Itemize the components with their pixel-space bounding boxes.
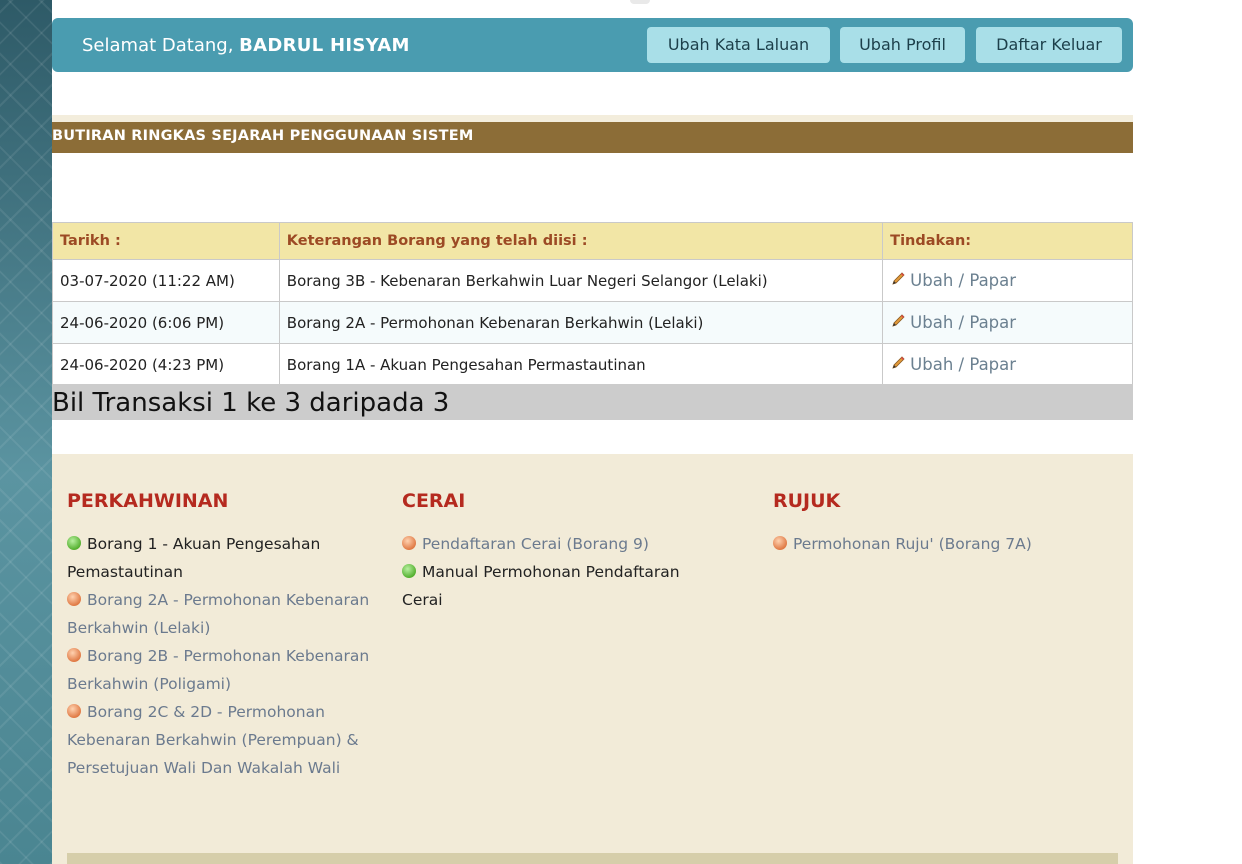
pending-status-icon bbox=[402, 536, 416, 550]
menu-item-perkahwinan: Borang 1 - Akuan Pengesahan Pemastautina… bbox=[67, 530, 387, 586]
row-date: 24-06-2020 (6:06 PM) bbox=[52, 301, 280, 344]
menu-column-perkahwinan: PERKAHWINAN Borang 1 - Akuan Pengesahan … bbox=[67, 490, 387, 782]
top-decoration bbox=[630, 0, 650, 4]
history-table: Tarikh : Keterangan Borang yang telah di… bbox=[52, 222, 1133, 386]
user-name: BADRUL HISYAM bbox=[239, 35, 410, 56]
menu-item-perkahwinan[interactable]: Borang 2C & 2D - Permohonan Kebenaran Be… bbox=[67, 698, 387, 782]
menu-item-cerai[interactable]: Pendaftaran Cerai (Borang 9) bbox=[402, 530, 702, 558]
pending-status-icon bbox=[67, 592, 81, 606]
edit-profile-button[interactable]: Ubah Profil bbox=[840, 27, 965, 63]
column-header-description: Keterangan Borang yang telah diisi : bbox=[278, 222, 884, 260]
row-description: Borang 1A - Akuan Pengesahan Permastauti… bbox=[278, 343, 884, 386]
menu-heading-cerai: CERAI bbox=[402, 490, 466, 512]
row-date: 24-06-2020 (4:23 PM) bbox=[52, 343, 280, 386]
menu-item-label: Manual Permohonan Pendaftaran Cerai bbox=[402, 563, 680, 609]
menu-item-cerai: Manual Permohonan Pendaftaran Cerai bbox=[402, 558, 702, 614]
welcome-text: Selamat Datang, BADRUL HISYAM bbox=[82, 35, 410, 56]
row-date: 03-07-2020 (11:22 AM) bbox=[52, 259, 280, 302]
table-row: 24-06-2020 (6:06 PM) Borang 2A - Permohon… bbox=[52, 301, 1133, 344]
history-title: BUTIRAN RINGKAS SEJARAH PENGGUNAAN SISTE… bbox=[52, 128, 474, 144]
history-section-header: BUTIRAN RINGKAS SEJARAH PENGGUNAAN SISTE… bbox=[52, 115, 1133, 153]
menu-heading-rujuk: RUJUK bbox=[773, 490, 841, 512]
column-header-action: Tindakan: bbox=[882, 222, 1133, 260]
menu-item-perkahwinan[interactable]: Borang 2A - Permohonan Kebenaran Berkahw… bbox=[67, 586, 387, 642]
edit-link[interactable]: Ubah bbox=[910, 313, 953, 332]
pencil-icon bbox=[892, 356, 905, 369]
welcome-bar: Selamat Datang, BADRUL HISYAM Ubah Kata … bbox=[52, 18, 1133, 72]
pencil-icon bbox=[892, 272, 905, 285]
forms-menu: PERKAHWINAN Borang 1 - Akuan Pengesahan … bbox=[52, 454, 1133, 864]
pending-status-icon bbox=[67, 704, 81, 718]
check-status-icon bbox=[402, 564, 416, 578]
menu-heading-perkahwinan: PERKAHWINAN bbox=[67, 490, 229, 512]
row-action: Ubah / Papar bbox=[882, 259, 1133, 302]
edit-link[interactable]: Ubah bbox=[910, 355, 953, 374]
row-description: Borang 3B - Kebenaran Berkahwin Luar Neg… bbox=[278, 259, 884, 302]
transaction-summary: Bil Transaksi 1 ke 3 daripada 3 bbox=[52, 384, 1133, 420]
menu-item-label: Borang 2C & 2D - Permohonan Kebenaran Be… bbox=[67, 703, 359, 777]
table-row: 24-06-2020 (4:23 PM) Borang 1A - Akuan Pe… bbox=[52, 343, 1133, 386]
check-status-icon bbox=[67, 536, 81, 550]
menu-item-label: Permohonan Ruju' (Borang 7A) bbox=[793, 535, 1032, 553]
logout-button[interactable]: Daftar Keluar bbox=[976, 27, 1122, 63]
menu-footer-bar bbox=[67, 853, 1118, 864]
change-password-button[interactable]: Ubah Kata Laluan bbox=[647, 27, 830, 63]
menu-column-cerai: CERAI Pendaftaran Cerai (Borang 9) Manual… bbox=[402, 490, 702, 614]
table-row: 03-07-2020 (11:22 AM) Borang 3B - Kebenar… bbox=[52, 259, 1133, 302]
row-action: Ubah / Papar bbox=[882, 301, 1133, 344]
column-header-date: Tarikh : bbox=[52, 222, 280, 260]
pending-status-icon bbox=[773, 536, 787, 550]
menu-item-label: Pendaftaran Cerai (Borang 9) bbox=[422, 535, 649, 553]
row-action: Ubah / Papar bbox=[882, 343, 1133, 386]
menu-item-label: Borang 2B - Permohonan Kebenaran Berkahw… bbox=[67, 647, 370, 693]
action-separator: / bbox=[953, 355, 970, 374]
action-separator: / bbox=[953, 271, 970, 290]
background-pattern bbox=[0, 0, 52, 864]
menu-column-rujuk: RUJUK Permohonan Ruju' (Borang 7A) bbox=[773, 490, 1093, 558]
pending-status-icon bbox=[67, 648, 81, 662]
edit-link[interactable]: Ubah bbox=[910, 271, 953, 290]
view-link[interactable]: Papar bbox=[969, 355, 1016, 374]
view-link[interactable]: Papar bbox=[969, 271, 1016, 290]
action-separator: / bbox=[953, 313, 970, 332]
menu-item-perkahwinan[interactable]: Borang 2B - Permohonan Kebenaran Berkahw… bbox=[67, 642, 387, 698]
row-description: Borang 2A - Permohonan Kebenaran Berkahw… bbox=[278, 301, 884, 344]
menu-item-rujuk[interactable]: Permohonan Ruju' (Borang 7A) bbox=[773, 530, 1093, 558]
view-link[interactable]: Papar bbox=[969, 313, 1016, 332]
menu-item-label: Borang 1 - Akuan Pengesahan Pemastautina… bbox=[67, 535, 321, 581]
menu-item-label: Borang 2A - Permohonan Kebenaran Berkahw… bbox=[67, 591, 370, 637]
pencil-icon bbox=[892, 314, 905, 327]
